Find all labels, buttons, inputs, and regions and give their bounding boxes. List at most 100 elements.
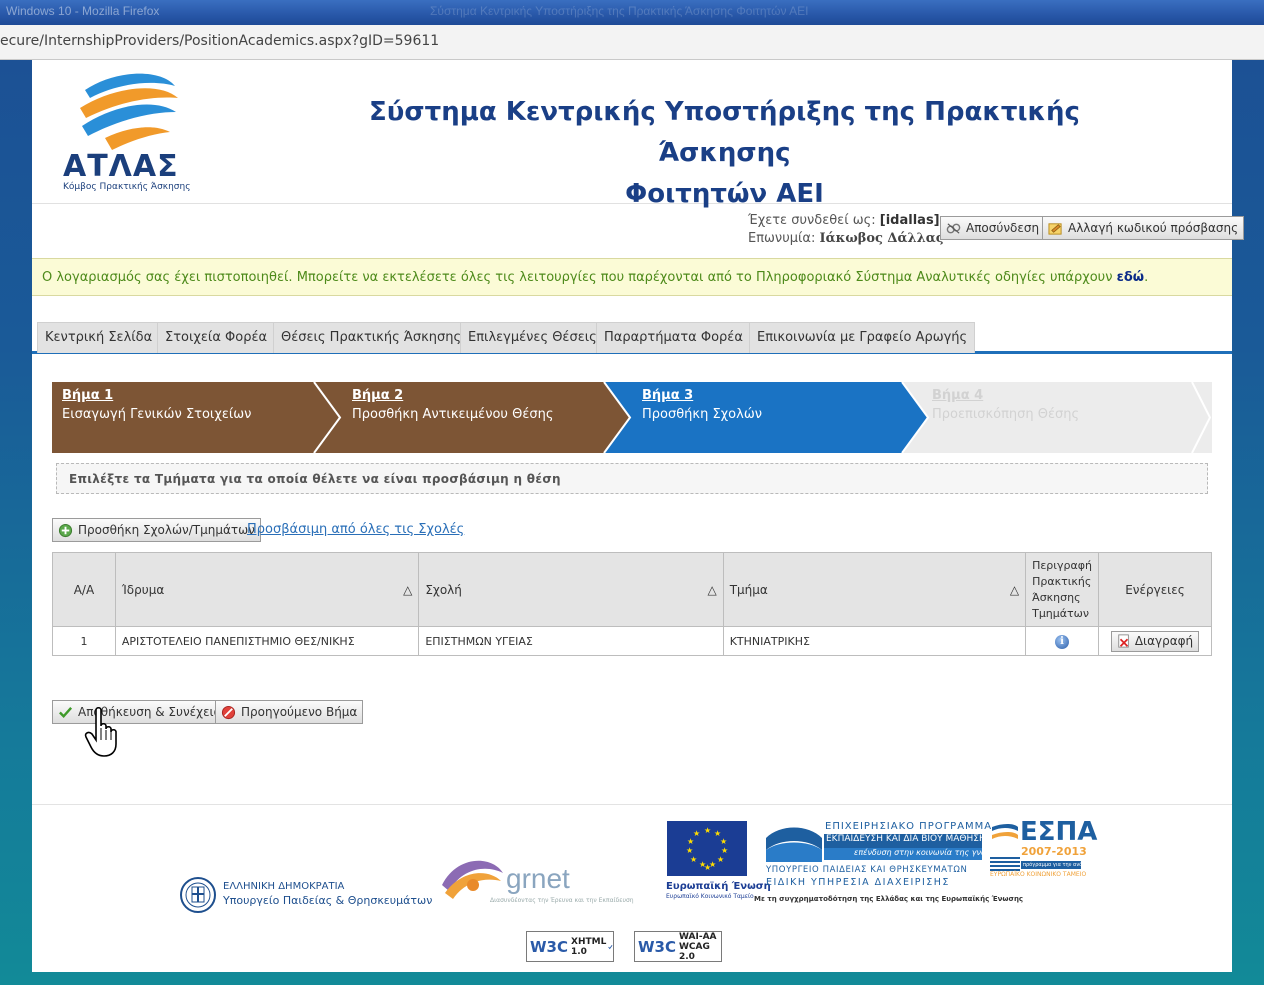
notice-link[interactable]: εδώ — [1117, 270, 1144, 285]
sort-department-icon[interactable]: △ — [1010, 583, 1019, 597]
w3c-xhtml-badge[interactable]: W3C XHTML 1.0 — [526, 931, 614, 962]
delete-icon — [1118, 634, 1129, 648]
col-institution[interactable]: Ίδρυμα △ — [114, 552, 420, 627]
svg-text:★: ★ — [717, 855, 724, 864]
cell-school: ΕΠΙΣΤΗΜΩΝ ΥΓΕΙΑΣ — [418, 626, 724, 656]
cell-aa: 1 — [52, 626, 116, 656]
key-edit-icon — [1048, 222, 1062, 235]
col-institution-label: Ίδρυμα — [121, 582, 165, 597]
footer: ΕΛΛΗΝΙΚΗ ΔΗΜΟΚΡΑΤΙΑ Υπουργείο Παιδείας &… — [32, 804, 1232, 972]
espa-fund: ΕΥΡΩΠΑΪΚΟ ΚΟΙΝΩΝΙΚΟ ΤΑΜΕΙΟ — [990, 871, 1087, 878]
site-title-line1: Σύστημα Κεντρικής Υποστήριξης της Πρακτι… — [369, 97, 1080, 168]
username: [idallas] — [879, 213, 940, 228]
svg-text:★: ★ — [721, 846, 728, 855]
w3c-wcag-version: WCAG 2.0 — [679, 941, 710, 962]
notice-text: Ο λογαριασμός σας έχει πιστοποιηθεί. Μπο… — [42, 270, 1117, 285]
grnet-text: grnet — [506, 863, 570, 894]
save-continue-button[interactable]: Αποθήκευση & Συνέχεια — [52, 700, 228, 724]
logout-button[interactable]: Αποσύνδεση — [940, 216, 1046, 240]
tab-selected-positions[interactable]: Επιλεγμένες Θέσεις — [460, 322, 605, 353]
step3-desc: Προσθήκη Σχολών — [642, 407, 762, 422]
browser-title: Windows 10 - Mozilla Firefox — [6, 4, 160, 18]
greek-emblem-icon — [180, 877, 216, 913]
verification-notice: Ο λογαριασμός σας έχει πιστοποιηθεί. Μπο… — [32, 258, 1232, 296]
tab-positions[interactable]: Θέσεις Πρακτικής Άσκησης — [273, 322, 470, 353]
browser-title-right: Σύστημα Κεντρικής Υποστήριξης της Πρακτι… — [430, 4, 809, 18]
op-line5: ΕΙΔΙΚΗ ΥΠΗΡΕΣΙΑ ΔΙΑΧΕΙΡΙΣΗΣ — [766, 877, 950, 888]
svg-text:★: ★ — [720, 837, 727, 846]
cell-actions: Διαγραφή — [1098, 626, 1212, 656]
browser-titlebar: Windows 10 - Mozilla Firefox Σύστημα Κεν… — [0, 0, 1264, 25]
company-name-value: Ιάκωβος Δάλλας — [819, 231, 944, 246]
col-department[interactable]: Τμήμα △ — [722, 552, 1027, 627]
svg-text:★: ★ — [687, 837, 694, 846]
svg-text:★: ★ — [693, 829, 700, 838]
logo-text: ΑΤΛΑΣ — [63, 149, 179, 184]
checkmark-icon — [608, 944, 613, 949]
w3c-xhtml-logo: W3C — [530, 937, 568, 956]
col-description-line3: Άσκησης — [1032, 590, 1081, 604]
table-row: 1 ΑΡΙΣΤΟΤΕΛΕΙΟ ΠΑΝΕΠΙΣΤΗΜΙΟ ΘΕΣ/ΝΙΚΗΣ ΕΠ… — [52, 626, 1212, 656]
add-schools-button[interactable]: Προσθήκη Σχολών/Τμημάτων — [52, 518, 261, 542]
instructions-box: Επιλέξτε τα Τμήματα για τα οποία θέλετε … — [56, 463, 1208, 494]
logo-subtitle: Κόμβος Πρακτικής Άσκησης — [63, 182, 191, 192]
w3c-wcag-text: WAI-AA WCAG 2.0 — [679, 932, 721, 962]
previous-step-button[interactable]: Προηγούμενο Βήμα — [215, 700, 364, 724]
main-tabs: Κεντρική Σελίδα Στοιχεία Φορέα Θέσεις Πρ… — [32, 320, 1232, 354]
svg-text:★: ★ — [686, 846, 693, 855]
logged-in-info: Έχετε συνδεθεί ως: [idallas] — [748, 213, 940, 228]
checkmark-icon — [59, 706, 73, 718]
tab-branches[interactable]: Παραρτήματα Φορέα — [596, 322, 751, 353]
url-text[interactable]: ecure/InternshipProviders/PositionAcadem… — [0, 33, 439, 49]
w3c-xhtml-version: 1.0 — [571, 946, 587, 957]
col-school[interactable]: Σχολή △ — [418, 552, 724, 627]
hand-cursor-icon — [84, 706, 117, 757]
espa-years: 2007-2013 — [1021, 845, 1087, 858]
delete-label: Διαγραφή — [1134, 634, 1194, 648]
w3c-wcag-level: WAI-AA — [679, 931, 717, 942]
col-department-label: Τμήμα — [729, 582, 768, 597]
op-line3: επένδυση στην κοινωνία της γνώσης — [824, 848, 982, 860]
step1-label[interactable]: Βήμα 1 — [62, 388, 113, 403]
sort-school-icon[interactable]: △ — [707, 583, 716, 597]
step2-label[interactable]: Βήμα 2 — [352, 388, 403, 403]
w3c-wcag-badge[interactable]: W3C WAI-AA WCAG 2.0 — [634, 931, 722, 962]
op-line1: ΕΠΙΧΕΙΡΗΣΙΑΚΟ ΠΡΟΓΡΑΜΜΑ — [825, 821, 993, 832]
w3c-wcag-logo: W3C — [638, 937, 676, 956]
logged-in-label: Έχετε συνδεθεί ως: — [748, 213, 876, 228]
tab-helpdesk[interactable]: Επικοινωνία με Γραφείο Αρωγής — [749, 322, 976, 353]
ministry-line2: Υπουργείο Παιδείας & Θρησκευμάτων — [223, 894, 433, 907]
col-description-line4: Τμημάτων — [1032, 606, 1090, 620]
step3-label[interactable]: Βήμα 3 — [642, 388, 693, 403]
company-name-info: Επωνυμία: Ιάκωβος Δάλλας — [748, 231, 944, 246]
sort-institution-icon[interactable]: △ — [403, 583, 412, 597]
cell-institution: ΑΡΙΣΤΟΤΕΛΕΙΟ ΠΑΝΕΠΙΣΤΗΜΙΟ ΘΕΣ/ΝΙΚΗΣ — [114, 626, 420, 656]
w3c-xhtml-name: XHTML — [571, 936, 607, 947]
user-bar: Έχετε συνδεθεί ως: [idallas] Επωνυμία: Ι… — [32, 205, 1245, 257]
espa-subtitle: πρόγραμμα για την ανάπτυξη — [1021, 861, 1081, 869]
w3c-xhtml-text: XHTML 1.0 — [571, 937, 606, 957]
notice-end: . — [1144, 270, 1149, 285]
change-password-label: Αλλαγή κωδικού πρόσβασης — [1068, 221, 1239, 235]
company-name-label: Επωνυμία: — [748, 231, 816, 246]
col-description: Περιγραφή Πρακτικής Άσκησης Τμημάτων — [1025, 552, 1099, 627]
col-school-label: Σχολή — [425, 582, 462, 597]
col-actions: Ενέργειες — [1098, 552, 1212, 627]
op-line4: ΥΠΟΥΡΓΕΙΟ ΠΑΙΔΕΙΑΣ ΚΑΙ ΘΡΗΣΚΕΥΜΑΤΩΝ — [766, 865, 968, 875]
info-icon[interactable]: i — [1055, 634, 1070, 649]
tab-provider-details[interactable]: Στοιχεία Φορέα — [157, 322, 276, 353]
accessible-all-schools-link[interactable]: Προσβάσιμη από όλες τις Σχολές — [247, 522, 464, 537]
change-password-button[interactable]: Αλλαγή κωδικού πρόσβασης — [1042, 216, 1245, 240]
add-icon — [58, 523, 73, 537]
address-bar[interactable]: ecure/InternshipProviders/PositionAcadem… — [0, 25, 1264, 60]
add-schools-label: Προσθήκη Σχολών/Τμημάτων — [78, 523, 255, 537]
schools-table: Α/Α Ίδρυμα △ Σχολή △ Τμήμα △ Περιγραφή Π… — [52, 552, 1212, 656]
tab-home[interactable]: Κεντρική Σελίδα — [37, 322, 161, 353]
cell-department: ΚΤΗΝΙΑΤΡΙΚΗΣ — [722, 626, 1027, 656]
espa-text: ΕΣΠΑ — [1020, 817, 1098, 847]
svg-text:★: ★ — [690, 855, 697, 864]
greek-flag-icon — [990, 857, 1020, 871]
previous-step-label: Προηγούμενο Βήμα — [241, 705, 358, 719]
step1-desc: Εισαγωγή Γενικών Στοιχείων — [62, 407, 252, 422]
delete-button[interactable]: Διαγραφή — [1110, 630, 1200, 652]
